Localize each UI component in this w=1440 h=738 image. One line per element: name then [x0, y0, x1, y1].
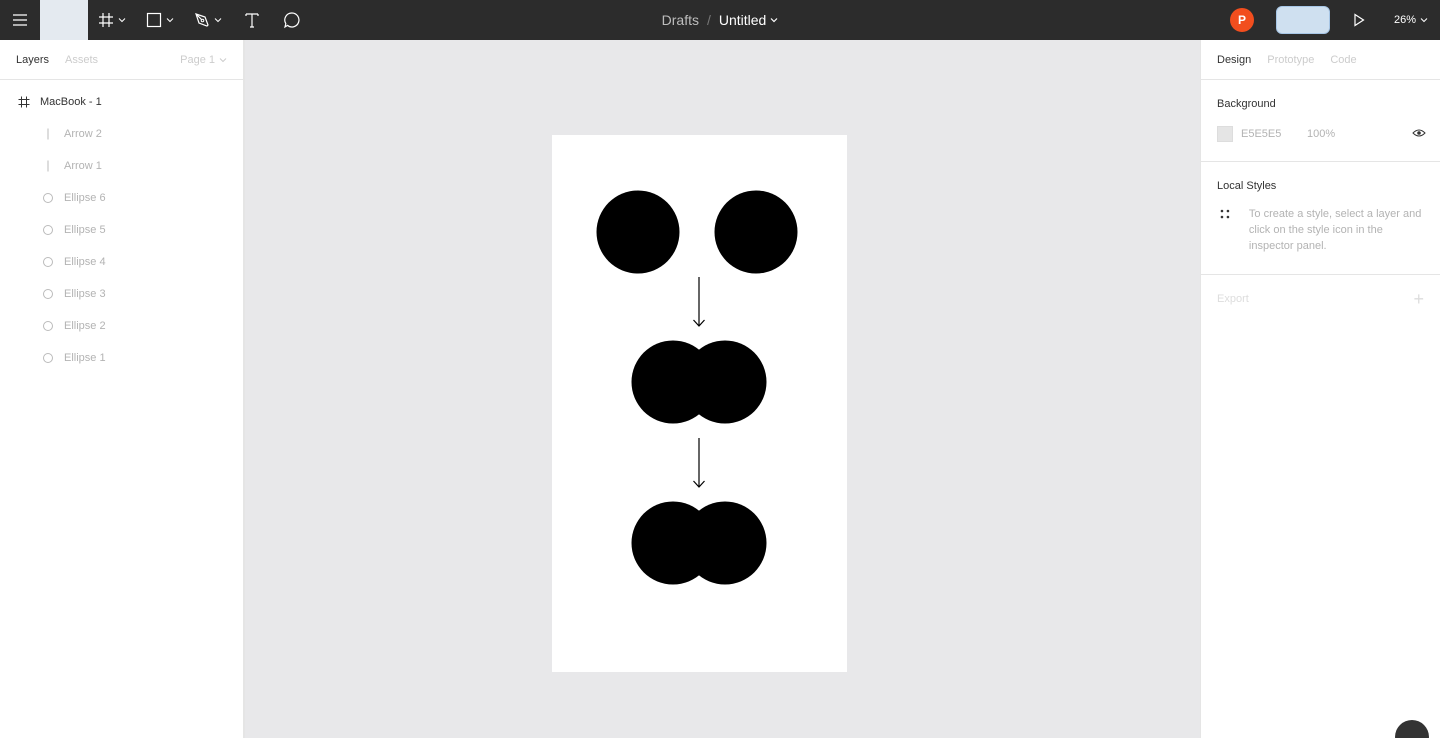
background-color-swatch[interactable] [1217, 126, 1233, 142]
layer-name: Arrow 2 [64, 128, 102, 140]
local-styles-title: Local Styles [1217, 180, 1277, 192]
help-button[interactable] [1395, 720, 1429, 738]
ellipse-icon [40, 286, 56, 302]
tab-prototype[interactable]: Prototype [1267, 54, 1314, 66]
local-styles-hint: To create a style, select a layer and cl… [1248, 208, 1422, 252]
background-title: Background [1217, 98, 1276, 110]
file-name: Untitled [718, 12, 767, 28]
layer-name: Ellipse 5 [64, 224, 106, 236]
layers-panel: Layers Assets Page 1 MacBook - 1 Arrow 2… [0, 40, 244, 738]
visibility-eye-icon[interactable] [1412, 128, 1426, 141]
text-tool-icon [245, 13, 259, 28]
toolbar: Drafts / Untitled P 26% [0, 0, 1440, 40]
canvas[interactable] [245, 40, 1200, 738]
chevron-down-icon [1420, 18, 1428, 23]
shape-tool-button[interactable] [136, 0, 184, 40]
chevron-down-icon [219, 58, 227, 63]
zoom-menu[interactable]: 26% [1388, 14, 1428, 26]
ellipse-icon [40, 190, 56, 206]
share-button[interactable] [1276, 6, 1330, 34]
add-export-button[interactable]: + [1413, 290, 1424, 325]
user-avatar[interactable]: P [1230, 8, 1254, 32]
tab-layers[interactable]: Layers [16, 54, 49, 66]
comment-tool-button[interactable] [272, 0, 312, 40]
layer-name: MacBook - 1 [40, 96, 102, 108]
ellipse-2[interactable] [714, 190, 798, 274]
background-fill-row: E5E5E5 100% [1217, 126, 1426, 142]
toolbar-right: P 26% [1230, 0, 1440, 40]
layer-row-frame[interactable]: MacBook - 1 [0, 86, 243, 118]
layer-row[interactable]: Ellipse 6 [0, 182, 243, 214]
zoom-level: 26% [1393, 14, 1416, 26]
frame-macbook-1[interactable] [552, 135, 847, 672]
layer-list: MacBook - 1 Arrow 2 Arrow 1 Ellipse 6 El… [0, 80, 243, 374]
layer-name: Ellipse 1 [64, 352, 106, 364]
ellipse-icon [40, 222, 56, 238]
layer-name: Arrow 1 [64, 160, 102, 172]
export-title: Export [1217, 293, 1249, 305]
hamburger-icon [13, 14, 27, 26]
right-panel-tabs: Design Prototype Code [1201, 40, 1440, 80]
breadcrumb-separator: / [706, 12, 711, 28]
local-styles-body: To create a style, select a layer and cl… [1217, 206, 1424, 254]
chevron-down-icon [770, 18, 778, 23]
arrow-2[interactable] [693, 438, 705, 488]
pen-tool-icon [195, 13, 209, 27]
present-button[interactable] [1344, 0, 1374, 40]
ellipse-6[interactable] [683, 501, 767, 585]
ellipse-icon [40, 254, 56, 270]
file-name-menu[interactable]: Untitled [719, 12, 778, 28]
style-icon [1220, 209, 1230, 219]
layer-row[interactable]: Ellipse 4 [0, 246, 243, 278]
ellipse-4[interactable] [683, 340, 767, 424]
tab-design[interactable]: Design [1217, 54, 1251, 66]
layer-name: Ellipse 6 [64, 192, 106, 204]
background-section: Background E5E5E5 100% [1201, 80, 1440, 162]
layer-name: Ellipse 3 [64, 288, 106, 300]
layer-row[interactable]: Arrow 1 [0, 150, 243, 182]
chevron-down-icon [214, 18, 222, 23]
tab-assets[interactable]: Assets [65, 54, 98, 66]
breadcrumb-folder[interactable]: Drafts [662, 12, 699, 28]
frame-content [596, 190, 798, 585]
arrow-1[interactable] [693, 277, 705, 327]
layer-name: Ellipse 2 [64, 320, 106, 332]
move-tool-icon [59, 13, 70, 27]
chevron-down-icon [118, 18, 126, 23]
layer-row[interactable]: Ellipse 1 [0, 342, 243, 374]
main-menu-button[interactable] [0, 0, 40, 40]
layer-row[interactable]: Ellipse 2 [0, 310, 243, 342]
layer-row[interactable]: Arrow 2 [0, 118, 243, 150]
background-opacity-input[interactable]: 100% [1307, 128, 1335, 140]
ellipse-icon [40, 318, 56, 334]
ellipse-1[interactable] [596, 190, 680, 274]
layer-name: Ellipse 4 [64, 256, 106, 268]
left-panel-tabs: Layers Assets Page 1 [0, 40, 243, 80]
rectangle-tool-icon [146, 12, 162, 28]
comment-tool-icon [284, 12, 300, 29]
properties-panel: Design Prototype Code Background E5E5E5 … [1200, 40, 1440, 738]
tab-code[interactable]: Code [1330, 54, 1356, 66]
move-tool-button[interactable] [40, 0, 88, 40]
page-name: Page 1 [180, 54, 215, 66]
play-icon [1354, 13, 1365, 27]
background-hex-input[interactable]: E5E5E5 [1241, 128, 1307, 140]
frame-tool-icon [99, 13, 113, 27]
layer-row[interactable]: Ellipse 3 [0, 278, 243, 310]
ellipse-icon [40, 350, 56, 366]
page-selector[interactable]: Page 1 [180, 40, 227, 80]
export-section: Export + [1201, 275, 1440, 325]
chevron-down-icon [166, 18, 174, 23]
line-icon [40, 158, 56, 174]
text-tool-button[interactable] [232, 0, 272, 40]
line-icon [40, 126, 56, 142]
pen-tool-button[interactable] [184, 0, 232, 40]
frame-icon [16, 94, 32, 110]
layer-row[interactable]: Ellipse 5 [0, 214, 243, 246]
local-styles-section: Local Styles To create a style, select a… [1201, 162, 1440, 275]
frame-tool-button[interactable] [88, 0, 136, 40]
